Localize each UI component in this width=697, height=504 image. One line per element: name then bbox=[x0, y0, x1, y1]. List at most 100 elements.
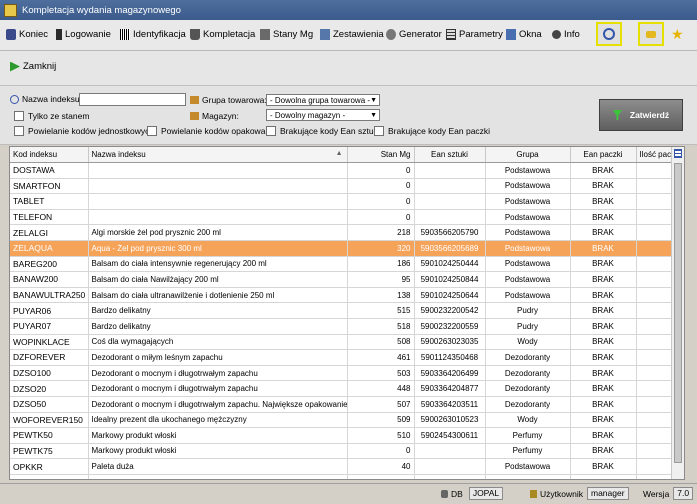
table-cell: Dezodoranty bbox=[485, 380, 571, 397]
menu-kompletacja[interactable]: Kompletacja bbox=[190, 27, 255, 41]
table-row[interactable]: PEWTK75 Markowy produkt włoski 0 Perfumy BRA… bbox=[10, 443, 684, 460]
dup-unit-codes-checkbox[interactable]: Powielanie kodów jednostkowych bbox=[14, 126, 154, 136]
table-cell: 5903364203511 bbox=[414, 396, 486, 413]
table-row[interactable]: BANAWULTRA250 Balsam do ciała ultranawilż… bbox=[10, 287, 684, 304]
table-row[interactable]: ZELAQUA Aqua - Żel pod prysznic 300 ml 320… bbox=[10, 240, 684, 257]
warehouse-select[interactable]: - Dowolny magazyn - ▼ bbox=[266, 109, 380, 121]
table-cell: 138 bbox=[347, 287, 415, 304]
table-row[interactable]: WOPINKLACE Coś dla wymagających 508 5900263… bbox=[10, 334, 684, 351]
table-cell: 518 bbox=[347, 318, 415, 335]
table-cell: Bardzo delikatny bbox=[88, 318, 348, 335]
table-cell: BRAK bbox=[570, 256, 637, 273]
sort-asc-icon: ▲ bbox=[335, 150, 343, 157]
table-cell: Dezodoranty bbox=[485, 349, 571, 366]
confirm-button[interactable]: Zatwierdź bbox=[599, 99, 683, 131]
scrollbar-thumb[interactable] bbox=[674, 163, 682, 463]
group-select[interactable]: - Dowolna grupa towarowa - ▼ bbox=[266, 94, 380, 106]
table-row[interactable]: OPKKR Paleta duża 40 Podstawowa BRAK bbox=[10, 458, 684, 475]
table-row[interactable]: DZFOREVER Dezodorant o miłym leśnym zapac… bbox=[10, 349, 684, 366]
table-row[interactable]: DZSO20 Dezodorant o mocnym i długotrwałym… bbox=[10, 380, 684, 397]
version-indicator: Wersja 7.0 bbox=[643, 487, 694, 500]
clock-button[interactable] bbox=[596, 22, 622, 46]
version-value: 7.0 bbox=[673, 487, 694, 500]
table-cell: PUYAR07 bbox=[10, 318, 89, 335]
table-cell: BRAK bbox=[570, 271, 637, 288]
warehouse-icon bbox=[190, 112, 199, 120]
table-row[interactable]: PUYAR07 Bardzo delikatny 518 5900232200559 P… bbox=[10, 318, 684, 335]
menu-stany-mg[interactable]: Stany Mg bbox=[260, 27, 313, 41]
column-header-grupa[interactable]: Grupa bbox=[485, 147, 571, 163]
table-row[interactable]: TABLET 0 Podstawowa BRAK bbox=[10, 193, 684, 210]
db-indicator: DB JOPAL bbox=[441, 487, 504, 500]
table-cell: Perfumy bbox=[485, 427, 571, 444]
table-cell: DZFOREVER bbox=[10, 349, 89, 366]
table-cell: 5902454300611 bbox=[414, 427, 486, 444]
table-cell: BRAK bbox=[570, 427, 637, 444]
table-cell: ZELALGI bbox=[10, 224, 89, 241]
column-header-ean-sztuki[interactable]: Ean sztuki bbox=[414, 147, 486, 163]
table-cell bbox=[88, 193, 348, 210]
key-button[interactable] bbox=[638, 22, 664, 46]
table-cell: ZELAQUA bbox=[10, 240, 89, 257]
dup-pack-codes-checkbox[interactable]: Powielanie kodów opakowań bbox=[147, 126, 270, 136]
table-row[interactable]: DZSO50 Dezodorant o mocnym i długotrwałym… bbox=[10, 396, 684, 413]
column-header-kod[interactable]: Kod indeksu bbox=[10, 147, 89, 163]
only-stock-checkbox[interactable]: Tylko ze stanem bbox=[14, 111, 89, 121]
table-cell bbox=[414, 193, 486, 210]
table-row[interactable]: PEWTK50 Markowy produkt włoski 510 59024543… bbox=[10, 427, 684, 444]
table-cell: 5903566205689 bbox=[414, 240, 486, 257]
column-header-ean-paczki[interactable]: Ean paczki bbox=[570, 147, 637, 163]
table-cell: PEWTK75 bbox=[10, 443, 89, 460]
missing-ean-pack-checkbox[interactable]: Brakujące kody Ean paczki bbox=[374, 126, 490, 136]
key-icon bbox=[56, 28, 62, 40]
menu-koniec[interactable]: Koniec bbox=[6, 27, 48, 41]
table-cell: Balsam do ciała ultranawilżenie i dotlen… bbox=[88, 287, 348, 304]
table-row[interactable]: OPKSKPaleta mała38 PodstawowaBRAK bbox=[10, 474, 684, 479]
menu-logowanie[interactable]: Logowanie bbox=[56, 27, 111, 41]
table-row[interactable]: WOFOREVER150 Idealny prezent dla ukochane… bbox=[10, 412, 684, 429]
table-cell: BRAK bbox=[570, 209, 637, 226]
table-row[interactable]: PUYAR06 Bardzo delikatny 515 5900232200542 P… bbox=[10, 302, 684, 319]
table-cell: Podstawowa bbox=[485, 193, 571, 210]
close-button[interactable]: Zamknij bbox=[10, 61, 56, 72]
index-name-input[interactable] bbox=[79, 93, 186, 106]
column-header-stan[interactable]: Stan Mg bbox=[347, 147, 415, 163]
table-cell: 5901024250444 bbox=[414, 256, 486, 273]
table-cell: BRAK bbox=[570, 224, 637, 241]
menu-okna[interactable]: Okna bbox=[506, 27, 542, 41]
table-cell bbox=[88, 209, 348, 226]
table-row[interactable]: SMARTFON 0 Podstawowa BRAK bbox=[10, 178, 684, 195]
table-row[interactable]: DZSO100 Dezodorant o mocnym i długotrwały… bbox=[10, 365, 684, 382]
table-row[interactable]: BANAW200 Balsam do ciała Nawilżający 200 … bbox=[10, 271, 684, 288]
column-chooser-icon[interactable] bbox=[674, 149, 682, 158]
db-value: JOPAL bbox=[468, 487, 504, 500]
table-cell: Podstawowa bbox=[485, 240, 571, 257]
table-cell: 186 bbox=[347, 256, 415, 273]
items-table[interactable]: Kod indeksu Nazwa indeksu ▲ Stan Mg Ean … bbox=[9, 146, 685, 480]
menu-generator[interactable]: Generator bbox=[386, 27, 442, 41]
vertical-scrollbar[interactable] bbox=[671, 147, 684, 479]
barcode-icon bbox=[120, 28, 130, 40]
table-cell: Paleta mała bbox=[88, 474, 348, 479]
table-cell: Podstawowa bbox=[485, 287, 571, 304]
table-row[interactable]: BAREG200 Balsam do ciała intensywnie rege… bbox=[10, 256, 684, 273]
table-cell: Dezodorant o mocnym i długotrwałym zapac… bbox=[88, 380, 348, 397]
menu-parametry[interactable]: Parametry bbox=[446, 27, 503, 41]
menu-zestawienia[interactable]: Zestawienia bbox=[320, 27, 384, 41]
missing-ean-unit-checkbox[interactable]: Brakujące kody Ean sztuki bbox=[266, 126, 380, 136]
table-cell: BRAK bbox=[570, 380, 637, 397]
title-bar: Kompletacja wydania magazynowego bbox=[0, 0, 697, 20]
table-row[interactable]: TELEFON 0 Podstawowa BRAK bbox=[10, 209, 684, 226]
table-row[interactable]: ZELALGI Algi morskie żel pod prysznic 200… bbox=[10, 224, 684, 241]
menu-identyfikacja[interactable]: Identyfikacja bbox=[120, 27, 186, 41]
table-body: DOSTAWA 0 Podstawowa BRAK SMARTFON 0 Podstawow… bbox=[10, 162, 684, 479]
chevron-down-icon: ▼ bbox=[370, 112, 377, 119]
grid-icon bbox=[446, 28, 456, 40]
table-cell: BRAK bbox=[570, 178, 637, 195]
table-cell bbox=[414, 443, 486, 460]
column-header-nazwa[interactable]: Nazwa indeksu ▲ bbox=[88, 147, 348, 163]
table-cell: BRAK bbox=[570, 458, 637, 475]
star-icon[interactable]: ★ bbox=[671, 26, 684, 43]
menu-info[interactable]: Info bbox=[552, 27, 580, 41]
table-row[interactable]: DOSTAWA 0 Podstawowa BRAK bbox=[10, 162, 684, 179]
